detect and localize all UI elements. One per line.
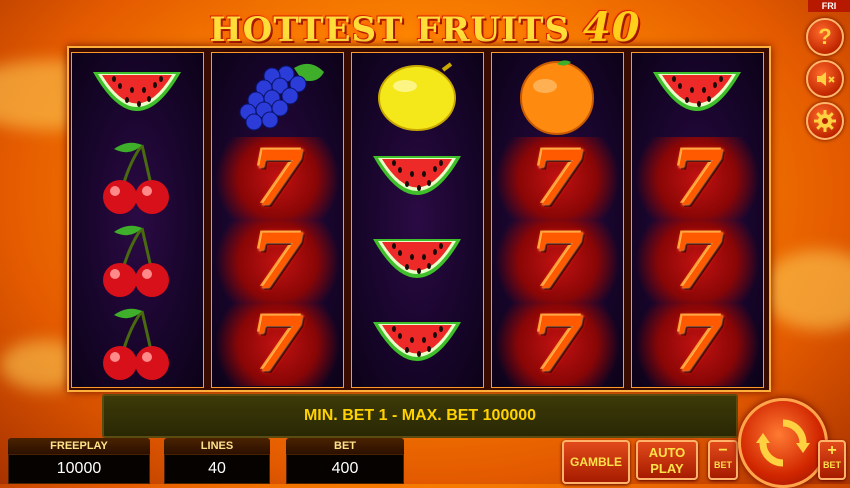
bet-increase-label: BET <box>823 460 841 470</box>
speaker-muted-icon <box>817 72 835 86</box>
reel-symbol-cherry <box>72 137 203 220</box>
reel-2: 777 <box>211 52 344 388</box>
autoplay-button[interactable]: AUTO PLAY <box>636 440 698 480</box>
reel-symbol-seven: 7 <box>492 303 623 386</box>
lines-label: LINES <box>164 438 270 454</box>
watermelon-icon <box>373 156 461 195</box>
reel-1 <box>71 52 204 388</box>
bet-decrease-label: BET <box>714 460 732 470</box>
watermelon-icon <box>653 72 741 111</box>
game-title-number: 40 <box>582 4 641 51</box>
lemon-icon <box>378 62 456 131</box>
reel-symbol-cherry <box>72 303 203 386</box>
cherry-icon <box>103 225 169 297</box>
watermelon-icon <box>93 72 181 111</box>
reel-symbol-orange <box>492 53 623 136</box>
reel-symbol-seven: 7 <box>492 137 623 220</box>
reel-symbol-watermelon <box>632 53 763 136</box>
cherry-icon <box>103 142 169 214</box>
bet-box: BET 400 <box>286 438 404 484</box>
lines-value: 40 <box>164 454 270 484</box>
seven-icon: 7 <box>251 134 304 223</box>
reel-symbol-watermelon <box>72 53 203 136</box>
watermelon-icon <box>373 322 461 361</box>
reel-5: 777 <box>631 52 764 388</box>
seven-icon: 7 <box>671 217 724 306</box>
cherry-icon <box>103 308 169 380</box>
sound-button[interactable] <box>806 60 844 98</box>
reel-symbol-watermelon <box>352 220 483 303</box>
seven-icon: 7 <box>531 217 584 306</box>
bet-label: BET <box>286 438 404 454</box>
lines-box: LINES 40 <box>164 438 270 484</box>
gamble-button[interactable]: GAMBLE <box>562 440 630 484</box>
game-title-text: HOTTEST FRUITS <box>209 10 571 50</box>
minus-icon: − <box>718 442 728 459</box>
reel-symbol-seven: 7 <box>632 137 763 220</box>
bet-increase-button[interactable]: + BET <box>818 440 846 480</box>
reel-3 <box>351 52 484 388</box>
spin-button[interactable] <box>738 398 828 488</box>
seven-icon: 7 <box>251 300 304 389</box>
settings-button[interactable] <box>806 102 844 140</box>
help-button[interactable]: ? <box>806 18 844 56</box>
freeplay-label: FREEPLAY <box>8 438 150 454</box>
reel-symbol-seven: 7 <box>632 303 763 386</box>
seven-icon: 7 <box>671 300 724 389</box>
reel-symbol-watermelon <box>352 137 483 220</box>
bet-limits-message: MIN. BET 1 - MAX. BET 100000 <box>102 394 738 438</box>
reel-symbol-grapes <box>212 53 343 136</box>
seven-icon: 7 <box>671 134 724 223</box>
reel-symbol-lemon <box>352 53 483 136</box>
reel-symbol-cherry <box>72 220 203 303</box>
reel-symbol-seven: 7 <box>632 220 763 303</box>
reel-symbol-watermelon <box>352 303 483 386</box>
autoplay-label-line1: AUTO <box>648 445 686 460</box>
reel-symbol-seven: 7 <box>492 220 623 303</box>
freeplay-value: 10000 <box>8 454 150 484</box>
watermelon-icon <box>373 239 461 278</box>
reel-symbol-seven: 7 <box>212 137 343 220</box>
question-icon: ? <box>818 24 832 49</box>
grapes-icon <box>239 63 324 131</box>
reel-symbol-seven: 7 <box>212 220 343 303</box>
seven-icon: 7 <box>251 217 304 306</box>
corner-tab[interactable]: FRI <box>808 0 850 12</box>
bet-value: 400 <box>286 454 404 484</box>
orange-icon <box>520 60 594 135</box>
reel-symbol-seven: 7 <box>212 303 343 386</box>
seven-icon: 7 <box>531 134 584 223</box>
bet-decrease-button[interactable]: − BET <box>708 440 738 480</box>
game-title: HOTTEST FRUITS 40 <box>0 4 850 51</box>
reel-grid: 777 7 7 7 7 7 7 <box>67 46 771 392</box>
plus-icon: + <box>827 442 837 459</box>
gear-icon <box>814 110 836 132</box>
seven-icon: 7 <box>531 300 584 389</box>
background-flare <box>760 250 850 330</box>
refresh-icon <box>756 419 810 467</box>
reel-4: 777 <box>491 52 624 388</box>
autoplay-label-line2: PLAY <box>650 461 684 476</box>
freeplay-box: FREEPLAY 10000 <box>8 438 150 484</box>
